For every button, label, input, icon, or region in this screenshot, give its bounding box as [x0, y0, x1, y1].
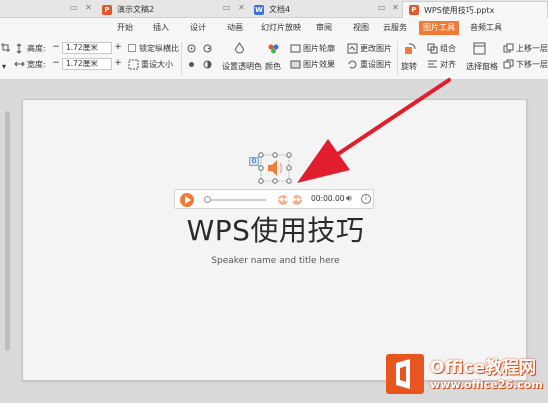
annotation-arrow	[297, 78, 451, 183]
watermark-url: www.office26.com	[430, 378, 543, 391]
watermark-title: Office教程网	[430, 358, 537, 378]
watermark-logo: Office教程网 www.office26.com	[384, 350, 546, 398]
office-logo-icon	[386, 354, 424, 394]
